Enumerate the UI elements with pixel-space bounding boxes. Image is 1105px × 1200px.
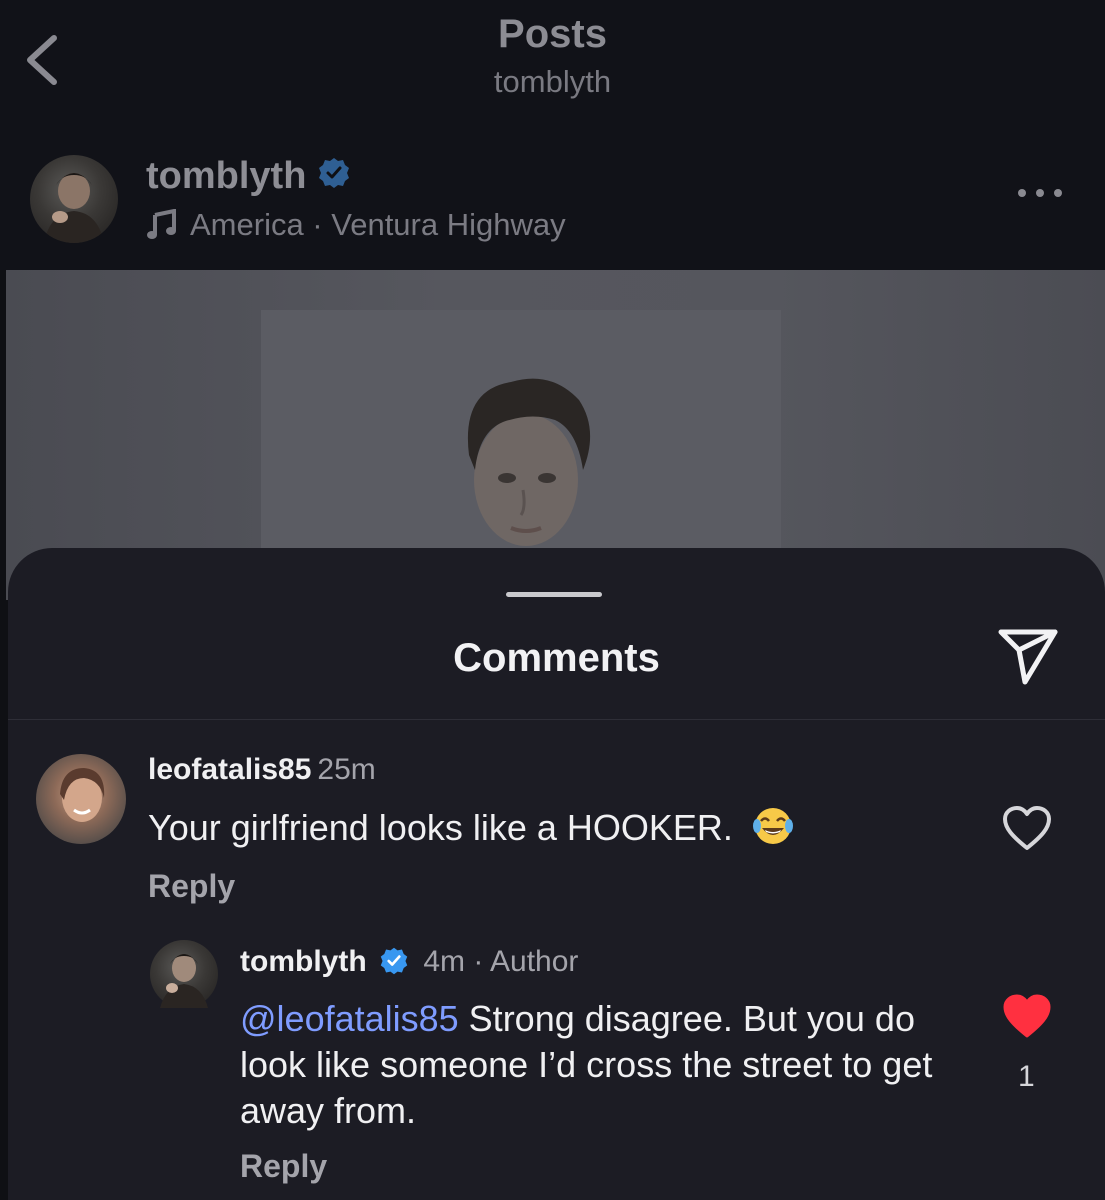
heart-icon xyxy=(1003,994,1051,1038)
tears-of-joy-emoji-icon xyxy=(752,808,793,844)
divider xyxy=(8,719,1105,720)
verified-badge-icon xyxy=(380,947,408,975)
post-music-text: America · Ventura Highway xyxy=(190,207,566,242)
comment-username[interactable]: tomblyth xyxy=(240,945,367,978)
comment-timestamp: 4m · Author xyxy=(423,945,579,978)
post-username-text: tomblyth xyxy=(146,155,307,197)
music-note-icon xyxy=(147,208,176,239)
verified-badge-icon xyxy=(317,156,351,200)
post-username[interactable]: tomblyth xyxy=(146,155,351,200)
comment-username[interactable]: leofatalis85 xyxy=(148,753,311,786)
page-subtitle: tomblyth xyxy=(493,64,612,99)
comment-body: Your girlfriend looks like a HOOKER. xyxy=(148,807,733,848)
paper-plane-icon xyxy=(998,629,1058,685)
like-button[interactable] xyxy=(1002,994,1052,1040)
avatar[interactable] xyxy=(30,155,118,243)
avatar-portrait xyxy=(44,173,104,243)
comment-text: Your girlfriend looks like a HOOKER. 😂 xyxy=(148,804,795,849)
reply-button[interactable]: Reply xyxy=(240,1148,327,1185)
avatar[interactable] xyxy=(36,754,126,844)
page-title: Posts xyxy=(498,12,607,56)
comments-sheet: Comments leofatalis85 25m Your girlfriend… xyxy=(8,548,1105,1200)
post-music[interactable]: America · Ventura Highway xyxy=(146,207,566,243)
more-options-icon xyxy=(1018,189,1062,197)
reply-button[interactable]: Reply xyxy=(148,868,235,905)
top-bar: Posts tomblyth xyxy=(0,0,1105,125)
photo-subject xyxy=(467,378,591,546)
like-button[interactable] xyxy=(1002,806,1052,852)
avatar-portrait xyxy=(60,768,105,822)
comment-meta: tomblyth 4m · Author xyxy=(240,945,578,979)
comment-meta: leofatalis85 25m xyxy=(148,753,376,787)
avatar[interactable] xyxy=(150,940,218,1008)
comment-timestamp: 25m xyxy=(317,753,376,786)
heart-icon xyxy=(1003,806,1051,850)
avatar-portrait xyxy=(160,954,208,1008)
share-button[interactable] xyxy=(995,626,1061,688)
comments-title: Comments xyxy=(453,636,660,680)
mention-link[interactable]: @leofatalis85 xyxy=(240,998,459,1039)
more-options-button[interactable] xyxy=(1015,183,1065,203)
sheet-drag-handle[interactable] xyxy=(506,592,602,597)
comment-text: @leofatalis85 Strong disagree. But you d… xyxy=(240,996,960,1134)
like-count: 1 xyxy=(1018,1060,1035,1093)
post-header: tomblyth America · Ventura Highway xyxy=(0,125,1105,270)
